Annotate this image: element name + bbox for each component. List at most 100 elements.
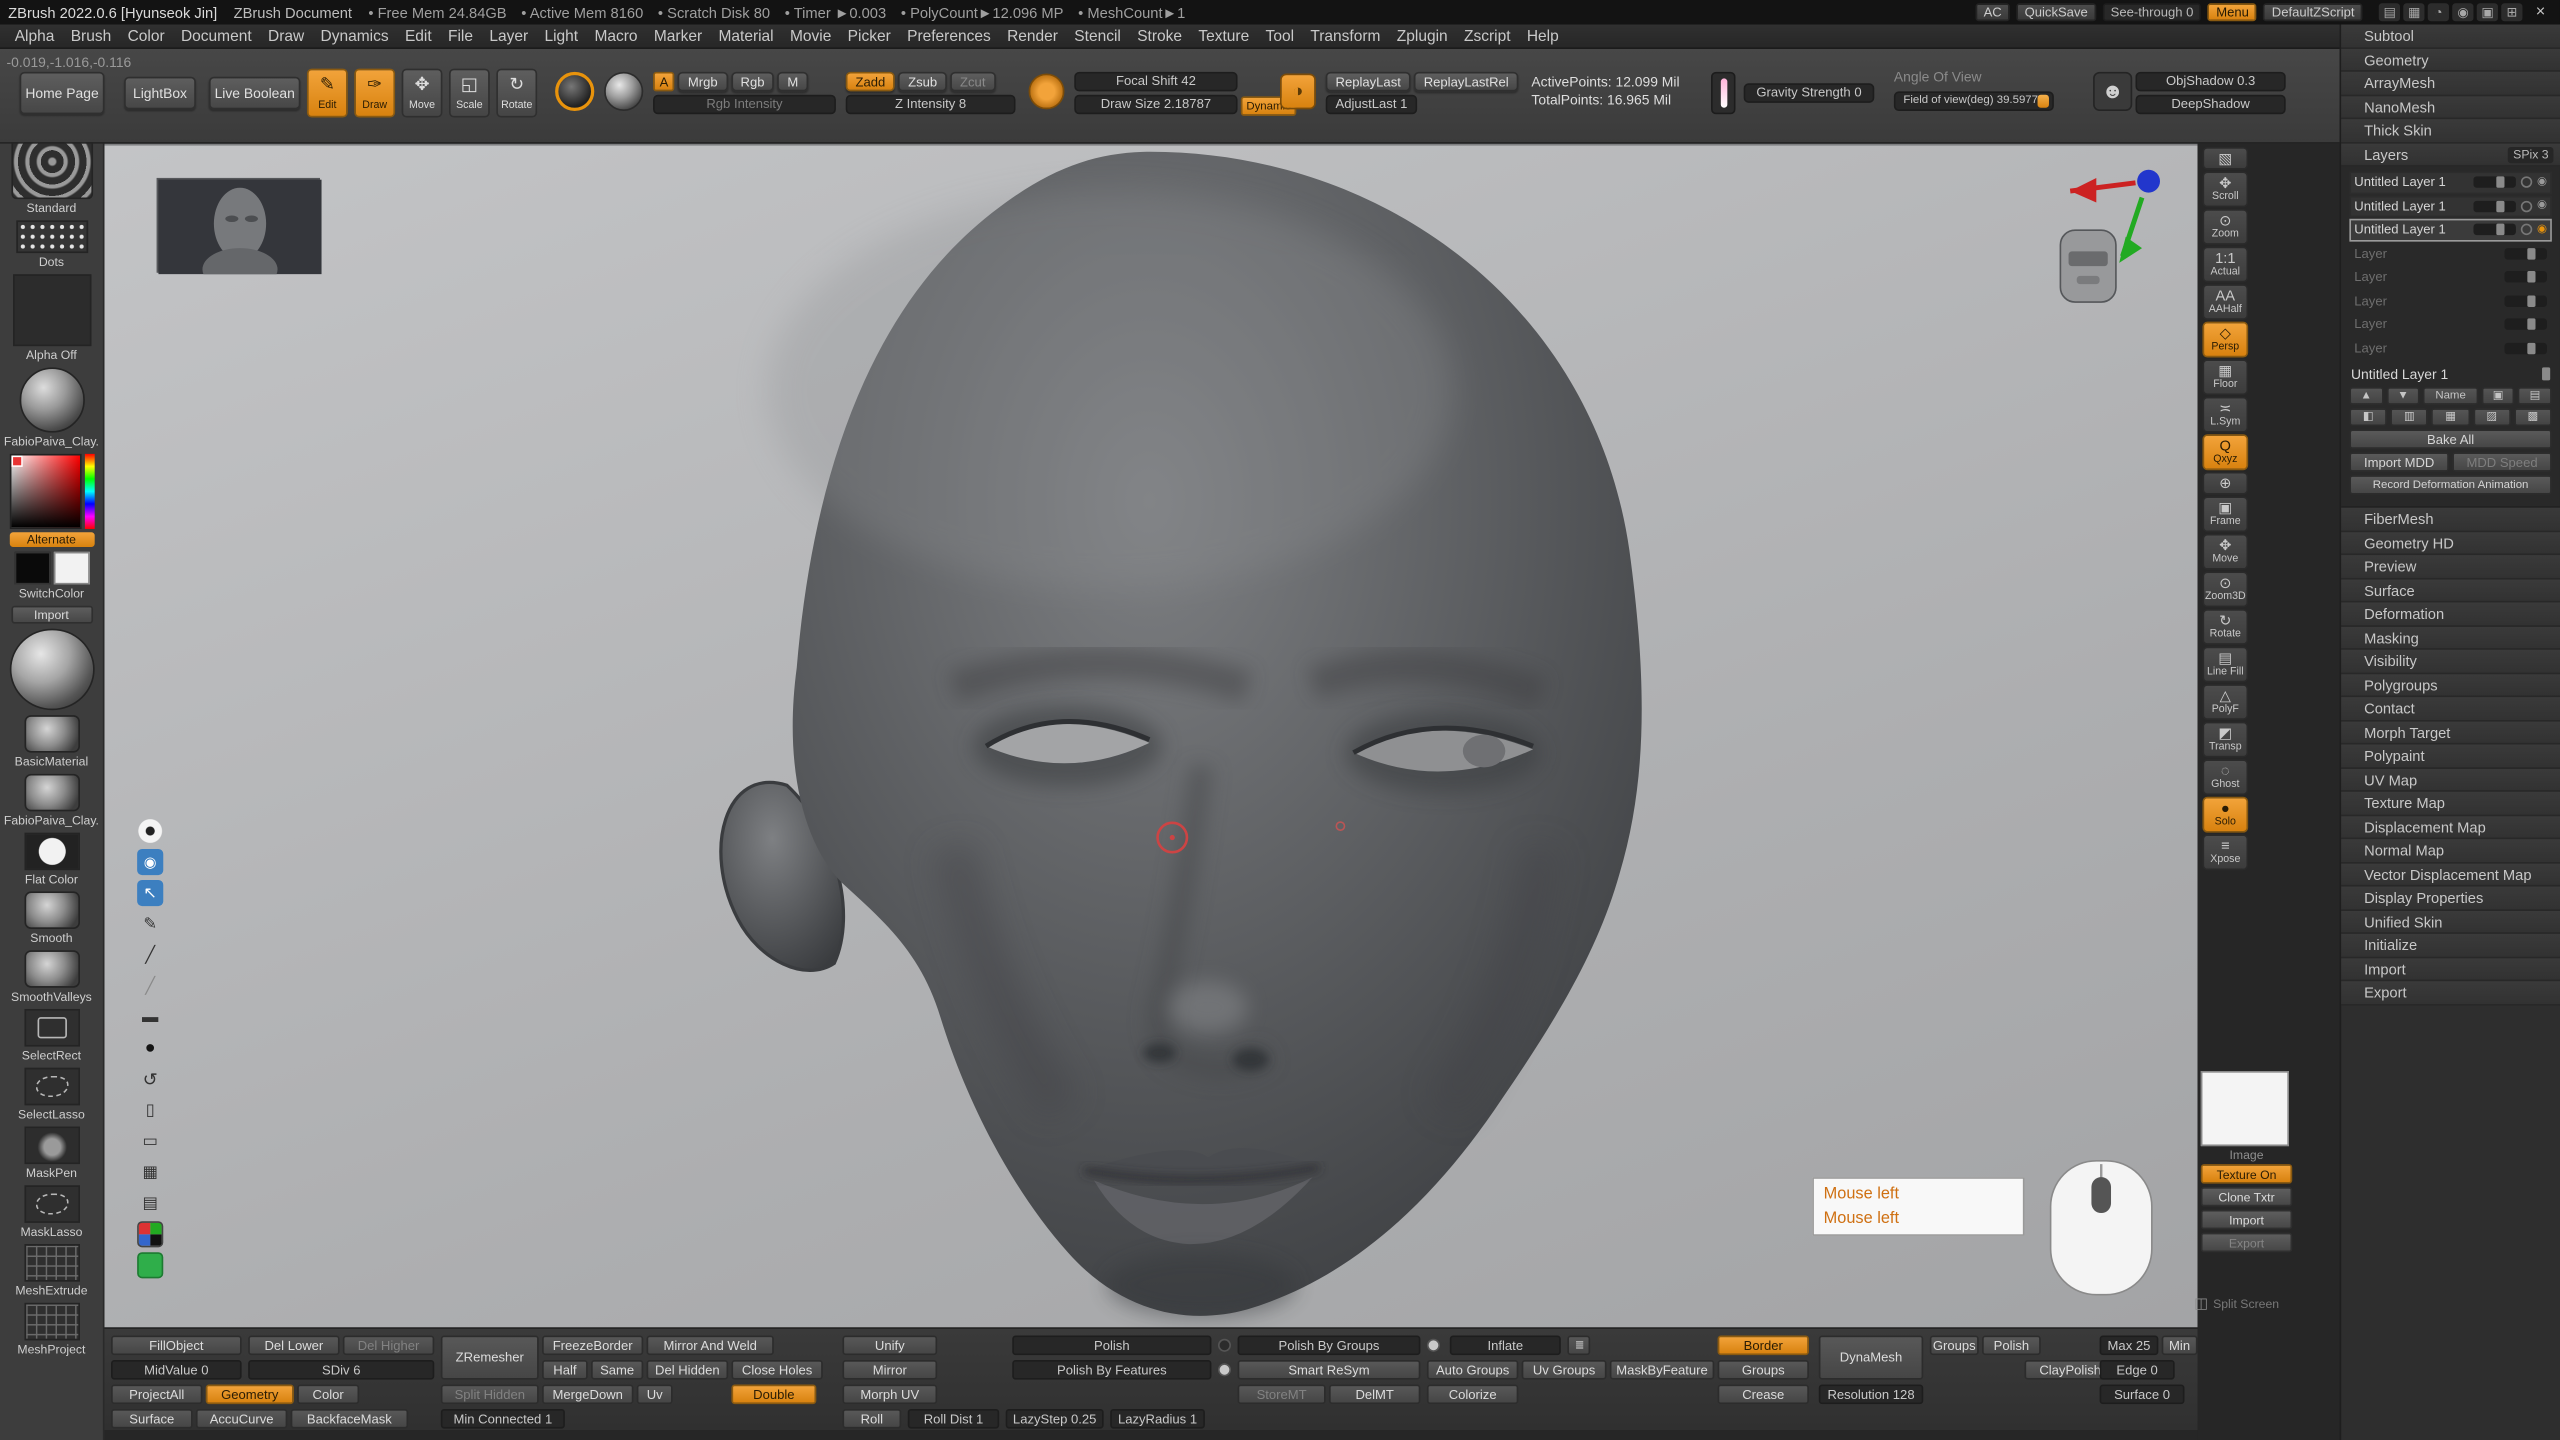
field-of-view-slider[interactable]: Field of view(deg) 39.59775 — [1894, 91, 2054, 111]
see-through-slider[interactable]: See-through 0 — [2102, 3, 2201, 21]
section-vector-displacement-map[interactable]: Vector Displacement Map — [2341, 863, 2560, 887]
zsub-button[interactable]: Zsub — [898, 72, 947, 92]
bottom-auto-groups-button[interactable]: Auto Groups — [1427, 1360, 1518, 1380]
section-polypaint[interactable]: Polypaint — [2341, 744, 2560, 768]
bottom-polish-by-groups-button[interactable]: Polish By Groups — [1238, 1336, 1421, 1356]
cursor-icon[interactable]: ↖ — [137, 880, 163, 906]
bottom-unify-button[interactable]: Unify — [842, 1336, 937, 1356]
shelf-move-button[interactable]: ✥Move — [2202, 534, 2248, 570]
shelf-actual-button[interactable]: 1:1Actual — [2202, 247, 2248, 283]
layout-icon[interactable]: ⊞ — [2501, 3, 2522, 21]
tray-item-masklasso[interactable]: MaskLasso — [0, 1185, 103, 1239]
bottom-inflate-button[interactable]: Inflate — [1450, 1336, 1561, 1356]
hue-strip[interactable] — [84, 454, 94, 529]
gravity-strength-slider[interactable]: Gravity Strength 0 — [1744, 83, 1875, 103]
switch-color-swatches[interactable] — [0, 552, 103, 585]
shelf-ghost-button[interactable]: ◌Ghost — [2202, 759, 2248, 795]
tray-item-flat-color[interactable]: Flat Color — [0, 833, 103, 887]
tray-item-fabiopaiva-clay[interactable]: FabioPaiva_Clay. — [0, 774, 103, 828]
meshextrude-thumb[interactable] — [24, 1244, 80, 1282]
section-texture-map[interactable]: Texture Map — [2341, 792, 2560, 816]
bottom-maskbyfeature-button[interactable]: MaskByFeature — [1610, 1360, 1714, 1380]
sculpt-canvas[interactable]: ◉↖✎╱╱▬●↺▯▭▦▤ Mouse left Mouse left — [104, 144, 2197, 1328]
bottom-polish-button[interactable]: Polish — [1012, 1336, 1211, 1356]
shelf-scroll-button[interactable]: ✥Scroll — [2202, 171, 2248, 207]
section-initialize[interactable]: Initialize — [2341, 934, 2560, 958]
bottom-uv-button[interactable]: Uv — [637, 1384, 673, 1404]
trash-icon[interactable]: ▯ — [137, 1097, 163, 1123]
bottom-split-hidden-button[interactable]: Split Hidden — [441, 1384, 539, 1404]
layer-row[interactable]: Untitled Layer 1◉ — [2349, 219, 2551, 241]
bottom-mergedown-button[interactable]: MergeDown — [542, 1384, 633, 1404]
contrast-icon[interactable]: ◔ — [2428, 3, 2449, 21]
menu-stroke[interactable]: Stroke — [1129, 24, 1190, 48]
color-picker[interactable] — [9, 454, 94, 529]
pencil-icon[interactable]: ╱ — [137, 942, 163, 968]
dot-icon[interactable]: ● — [137, 1035, 163, 1061]
layer-intensity-slider[interactable] — [2504, 248, 2546, 259]
adjustlast-slider[interactable]: AdjustLast 1 — [1326, 95, 1417, 115]
bottom-storemt-button[interactable]: StoreMT — [1238, 1384, 1326, 1404]
shelf-polyf-button[interactable]: △PolyF — [2202, 684, 2248, 720]
masklasso-thumb[interactable] — [24, 1185, 80, 1223]
menu-brush[interactable]: Brush — [63, 24, 120, 48]
section-contact[interactable]: Contact — [2341, 697, 2560, 721]
shelf-line-fill-button[interactable]: ▤Line Fill — [2202, 647, 2248, 683]
shelf-persp-button[interactable]: ◇Persp — [2202, 322, 2248, 358]
render-mode-icon[interactable]: ▧ — [2202, 147, 2248, 170]
slider-handle[interactable] — [2528, 342, 2536, 353]
bottom-fillobject-button[interactable]: FillObject — [111, 1336, 242, 1356]
quicksave-button[interactable]: QuickSave — [2016, 3, 2095, 21]
section-geometry-hd[interactable]: Geometry HD — [2341, 531, 2560, 555]
section-masking[interactable]: Masking — [2341, 626, 2560, 650]
section-morph-target[interactable]: Morph Target — [2341, 721, 2560, 745]
zadd-button[interactable]: Zadd — [846, 72, 895, 92]
document-thumbnail[interactable] — [157, 178, 320, 273]
marker-icon[interactable]: ▬ — [137, 1004, 163, 1030]
current-layer-name[interactable]: Untitled Layer 1 — [2351, 366, 2550, 382]
bottom-color-button[interactable]: Color — [297, 1384, 359, 1404]
tray-item-meshextrude[interactable]: MeshExtrude — [0, 1244, 103, 1298]
menu-layer[interactable]: Layer — [481, 24, 536, 48]
spix-slider[interactable]: SPix 3 — [2508, 146, 2553, 162]
tray-item-smoothvalleys[interactable]: SmoothValleys — [0, 950, 103, 1004]
section-polygroups[interactable]: Polygroups — [2341, 673, 2560, 697]
tray-item-bigsphere[interactable] — [0, 629, 103, 711]
dots-thumb[interactable] — [16, 220, 88, 253]
menu-draw[interactable]: Draw — [260, 24, 313, 48]
layer-intensity-slider[interactable] — [2504, 319, 2546, 330]
slider-handle[interactable] — [2497, 177, 2505, 188]
menu-zscript[interactable]: Zscript — [1456, 24, 1519, 48]
a-toggle[interactable]: A — [653, 72, 675, 92]
slider-handle[interactable] — [2497, 200, 2505, 211]
rgb-button[interactable]: Rgb — [731, 72, 775, 92]
record-deformation-button[interactable]: Record Deformation Animation — [2349, 475, 2551, 495]
delete-icon[interactable]: ▤ — [2518, 387, 2552, 405]
gravity-icon[interactable] — [1711, 72, 1735, 114]
bottom-double-button[interactable]: Double — [731, 1384, 816, 1404]
slider-handle[interactable] — [2528, 319, 2536, 330]
fabiopaiva-clay-thumb[interactable] — [19, 367, 84, 432]
mrgb-button[interactable]: Mrgb — [678, 72, 727, 92]
fabiopaiva-clay-thumb[interactable] — [24, 774, 80, 812]
bottom-del-lower-button[interactable]: Del Lower — [248, 1336, 339, 1356]
slider-handle[interactable] — [2497, 224, 2505, 235]
bigsphere-thumb[interactable] — [9, 629, 94, 711]
menu-light[interactable]: Light — [536, 24, 586, 48]
selectlasso-thumb[interactable] — [24, 1068, 80, 1106]
layer-intensity-slider[interactable] — [2504, 342, 2546, 353]
bottom-border-button[interactable]: Border — [1718, 1336, 1809, 1356]
menu-help[interactable]: Help — [1519, 24, 1567, 48]
draw-size-slider[interactable]: Draw Size 2.18787 — [1074, 95, 1237, 115]
palette-icon[interactable] — [137, 1221, 163, 1247]
record-icon[interactable] — [2521, 177, 2532, 188]
shelf-zoom3d-button[interactable]: ⊙Zoom3D — [2202, 571, 2248, 607]
tray-item-selectrect[interactable]: SelectRect — [0, 1009, 103, 1063]
shelf-solo-button[interactable]: ●Solo — [2202, 797, 2248, 833]
brush-preview[interactable] — [555, 72, 594, 111]
import-button[interactable]: Import — [2201, 1210, 2292, 1230]
orientation-gizmo[interactable] — [2031, 162, 2198, 312]
shelf-floor-button[interactable]: ▦Floor — [2202, 359, 2248, 395]
layer-intensity-slider[interactable] — [2473, 224, 2515, 235]
lightbox-button[interactable]: LightBox — [124, 77, 196, 110]
